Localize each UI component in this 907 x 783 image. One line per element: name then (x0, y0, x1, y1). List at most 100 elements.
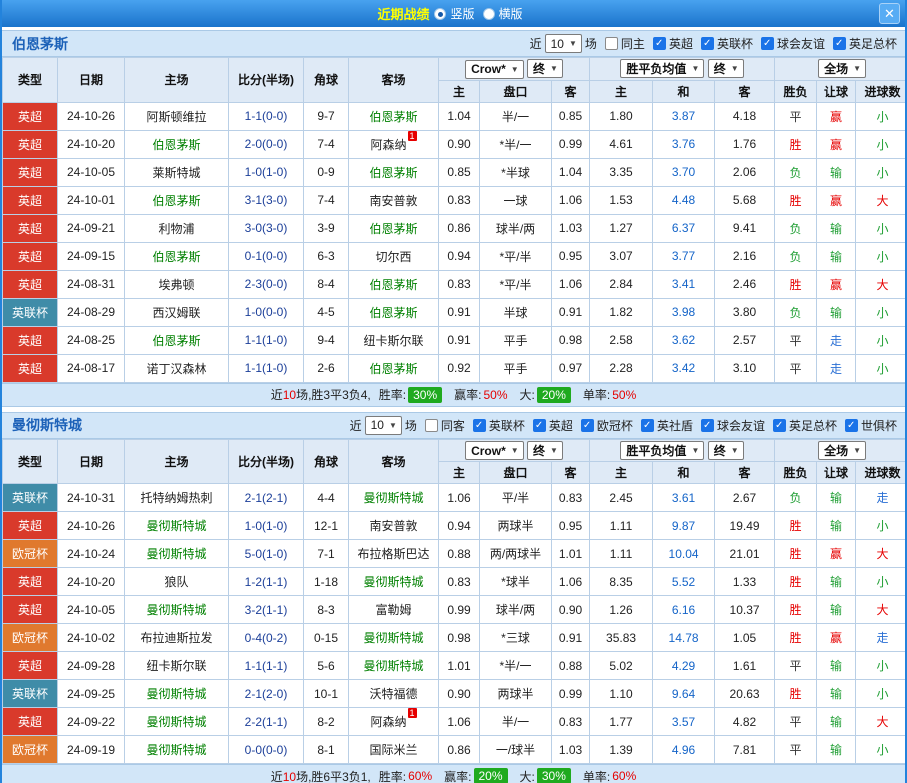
team-name-text: 曼彻斯特城 (363, 659, 423, 673)
recent-count-select-value: 10 (551, 37, 564, 51)
match-score: 1-0(0-0) (229, 298, 304, 326)
league-badge: 英联杯 (3, 298, 58, 326)
match-score: 0-1(0-0) (229, 242, 304, 270)
handicap-result-flag: 赢 (817, 130, 856, 158)
asia-away-odds: 0.91 (552, 298, 590, 326)
layout-radio-horizontal[interactable]: 横版 (483, 5, 523, 22)
team-name-text: 曼彻斯特城 (146, 743, 206, 757)
eu-home-odds: 1.80 (590, 102, 653, 130)
match-score: 1-0(1-0) (229, 158, 304, 186)
league-badge: 英超 (3, 270, 58, 298)
league-filter-checkbox[interactable]: 球会友谊 (701, 417, 765, 434)
team-name-text: 曼彻斯特城 (146, 715, 206, 729)
europe-stage-select[interactable]: 终▼ (708, 441, 744, 460)
bookmaker-select[interactable]: Crow*▼ (465, 441, 524, 460)
europe-odds-select[interactable]: 胜平负均值▼ (620, 59, 704, 78)
eu-away-odds: 1.61 (715, 652, 775, 680)
scope-select[interactable]: 全场▼ (818, 59, 866, 78)
league-filter-checkbox[interactable]: 英足总杯 (773, 417, 837, 434)
asia-home-odds: 0.90 (439, 130, 480, 158)
stat-badge: 20% (537, 387, 571, 403)
match-row: 英超24-08-17诺丁汉森林1-1(1-0)2-6伯恩茅斯0.92平手0.97… (3, 354, 907, 382)
away-team-cell: 国际米兰 (349, 736, 439, 764)
europe-odds-select[interactable]: 胜平负均值▼ (620, 441, 704, 460)
bookmaker-select[interactable]: Crow*▼ (465, 60, 524, 79)
league-filter-checkbox[interactable]: 球会友谊 (761, 35, 825, 52)
asian-stage-select-value: 终 (533, 442, 545, 459)
eu-home-odds: 8.35 (590, 568, 653, 596)
scope-select-value: 全场 (824, 60, 848, 77)
checkbox-checked-icon (581, 419, 594, 432)
match-row: 英超24-10-05莱斯特城1-0(1-0)0-9伯恩茅斯0.85*半球1.04… (3, 158, 907, 186)
col-header-date: 日期 (58, 58, 125, 103)
recent-count-select[interactable]: 10▼ (365, 416, 402, 435)
team-name-text: 阿森纳 (370, 715, 406, 729)
same-venue-filter[interactable]: 同客 (425, 417, 465, 434)
eu-away-odds: 2.46 (715, 270, 775, 298)
recent-count-select[interactable]: 10▼ (545, 34, 582, 53)
corner-count: 8-3 (304, 596, 349, 624)
asia-home-odds: 0.85 (439, 158, 480, 186)
col-header-result: 胜负 (775, 462, 817, 484)
result-flag: 平 (775, 652, 817, 680)
asia-away-odds: 0.99 (552, 130, 590, 158)
league-filter-checkbox[interactable]: 英超 (533, 417, 573, 434)
handicap-line: 半球 (480, 298, 552, 326)
col-header-score: 比分(半场) (229, 439, 304, 484)
match-row: 欧冠杯24-10-24曼彻斯特城5-0(1-0)7-1布拉格斯巴达0.88两/两… (3, 540, 907, 568)
chevron-down-icon: ▼ (731, 64, 739, 73)
eu-draw-odds: 3.41 (653, 270, 715, 298)
result-flag: 胜 (775, 186, 817, 214)
stat-value: 50% (612, 388, 636, 402)
eu-draw-odds: 9.87 (653, 512, 715, 540)
away-team-cell: 伯恩茅斯 (349, 270, 439, 298)
corner-count: 4-4 (304, 484, 349, 512)
handicap-line: *三球 (480, 624, 552, 652)
checkbox-checked-icon (833, 37, 846, 50)
match-score: 5-0(1-0) (229, 540, 304, 568)
corner-count: 10-1 (304, 680, 349, 708)
team-name-text: 南安普敦 (369, 194, 417, 208)
league-filter-checkbox[interactable]: 英足总杯 (833, 35, 897, 52)
scope-select[interactable]: 全场▼ (818, 441, 866, 460)
match-date: 24-10-26 (58, 102, 125, 130)
col-header-corner: 角球 (304, 439, 349, 484)
team-name-text: 莱斯特城 (152, 166, 200, 180)
league-filter-checkbox[interactable]: 英社盾 (641, 417, 693, 434)
summary-bar: 近10场,胜6平3负1, 胜率:60%赢率:20%大:30%单率:60% (2, 764, 905, 783)
match-row: 英超24-10-20伯恩茅斯2-0(0-0)7-4阿森纳10.90*半/一0.9… (3, 130, 907, 158)
team-section-away: 曼彻斯特城 近10▼场同客英联杯英超欧冠杯英社盾球会友谊英足总杯世俱杯 类型日期… (2, 412, 905, 783)
col-header-away: 客场 (349, 58, 439, 103)
layout-radio-vertical[interactable]: 竖版 (434, 5, 474, 22)
handicap-line: 球半/两 (480, 596, 552, 624)
filter-games-label: 场 (585, 35, 597, 52)
asian-stage-select[interactable]: 终▼ (527, 59, 563, 78)
eu-home-odds: 3.35 (590, 158, 653, 186)
handicap-result-flag: 赢 (817, 270, 856, 298)
league-filter-checkbox[interactable]: 英联杯 (701, 35, 753, 52)
asian-stage-select[interactable]: 终▼ (527, 441, 563, 460)
same-venue-filter[interactable]: 同主 (605, 35, 645, 52)
league-filter-checkbox[interactable]: 英超 (653, 35, 693, 52)
team-name-text: 南安普敦 (369, 519, 417, 533)
league-filter-label: 球会友谊 (777, 35, 825, 52)
league-badge: 英超 (3, 512, 58, 540)
asia-home-odds: 0.86 (439, 214, 480, 242)
close-button[interactable]: ✕ (879, 3, 900, 24)
league-filter-checkbox[interactable]: 世俱杯 (845, 417, 897, 434)
europe-stage-select[interactable]: 终▼ (708, 59, 744, 78)
league-filter-checkbox[interactable]: 欧冠杯 (581, 417, 633, 434)
team-name-text: 诺丁汉森林 (146, 362, 206, 376)
asia-home-odds: 1.06 (439, 708, 480, 736)
stat-label: 单率: (583, 768, 610, 783)
match-score: 2-2(1-1) (229, 708, 304, 736)
handicap-result-flag: 输 (817, 298, 856, 326)
match-date: 24-09-15 (58, 242, 125, 270)
away-team-cell: 曼彻斯特城 (349, 652, 439, 680)
league-filter-checkbox[interactable]: 英联杯 (473, 417, 525, 434)
home-team-cell: 曼彻斯特城 (125, 540, 229, 568)
team-name-text: 伯恩茅斯 (369, 222, 417, 236)
filter-bar: 近10▼场同客英联杯英超欧冠杯英社盾球会友谊英足总杯世俱杯 (350, 416, 897, 435)
col-header-eu-draw: 和 (653, 462, 715, 484)
asian-stage-select-value: 终 (533, 60, 545, 77)
